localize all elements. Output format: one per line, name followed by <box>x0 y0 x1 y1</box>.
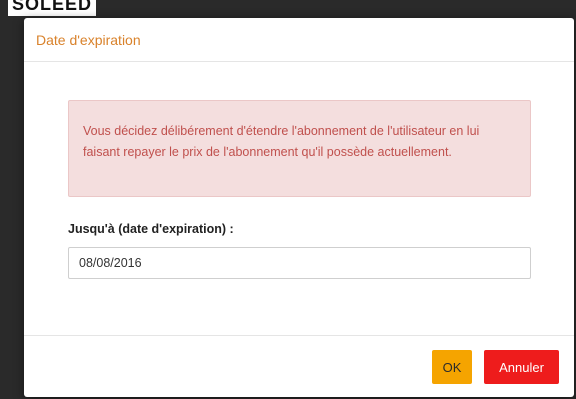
expiration-date-label: Jusqu'à (date d'expiration) : <box>68 222 234 236</box>
warning-alert: Vous décidez délibérement d'étendre l'ab… <box>68 100 531 197</box>
expiration-date-input[interactable] <box>68 247 531 279</box>
cancel-button[interactable]: Annuler <box>484 350 559 384</box>
dialog-title: Date d'expiration <box>36 31 141 48</box>
ok-button[interactable]: OK <box>432 350 472 384</box>
dialog-header: Date d'expiration <box>24 18 574 62</box>
dialog-body: Vous décidez délibérement d'étendre l'ab… <box>24 62 574 336</box>
background-heading-fragment: SOLEED <box>8 0 97 16</box>
expiration-dialog: Date d'expiration Vous décidez délibérem… <box>24 18 574 397</box>
dialog-footer: OK Annuler <box>24 336 574 397</box>
